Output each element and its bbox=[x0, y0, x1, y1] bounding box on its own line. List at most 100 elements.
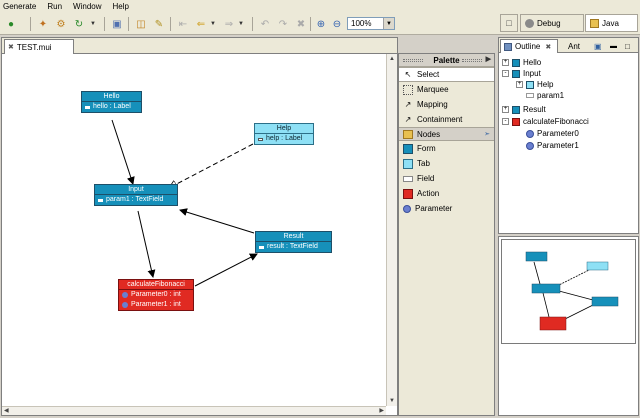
palette: Palette ▶ ↖ Select Marquee ↗ Mapping ↗ C… bbox=[398, 53, 495, 416]
palette-node-tab[interactable]: Tab bbox=[399, 156, 494, 171]
toolbar-separator bbox=[128, 17, 129, 31]
scroll-up-icon[interactable]: ▲ bbox=[389, 56, 395, 62]
palette-tool-mapping[interactable]: ↗ Mapping bbox=[399, 97, 494, 112]
palette-header[interactable]: Palette ▶ bbox=[399, 54, 494, 67]
tree-item-parameter1[interactable]: Parameter1 bbox=[526, 140, 579, 151]
form-icon bbox=[512, 58, 520, 67]
palette-tool-label: Mapping bbox=[417, 100, 448, 109]
menu-run[interactable]: Run bbox=[47, 2, 62, 11]
diagram-overview[interactable] bbox=[498, 236, 639, 416]
connection-result-input[interactable] bbox=[179, 208, 255, 234]
overview-node-input bbox=[531, 283, 561, 294]
view-menu-icon[interactable]: ▣ bbox=[591, 39, 605, 53]
connection-input-fibonacci[interactable] bbox=[137, 210, 156, 278]
tree-item-hello[interactable]: + Hello bbox=[502, 57, 541, 68]
java-icon bbox=[590, 18, 599, 28]
run-config-icon[interactable]: ● bbox=[4, 17, 18, 31]
action-icon bbox=[403, 188, 413, 199]
open-icon[interactable]: ◫ bbox=[134, 17, 148, 31]
tree-item-calculate-fibonacci[interactable]: - calculateFibonacci bbox=[502, 116, 589, 127]
diagram-canvas[interactable]: Hello hello : Label Help help : Label In… bbox=[2, 54, 386, 406]
palette-drawer-nodes[interactable]: Nodes ➣ bbox=[399, 127, 494, 141]
field-icon bbox=[85, 105, 90, 109]
palette-node-action[interactable]: Action bbox=[399, 186, 494, 201]
undo-icon[interactable]: ↶ bbox=[258, 17, 272, 31]
zoom-select[interactable]: 100% ▼ bbox=[347, 17, 395, 30]
expand-icon[interactable]: + bbox=[502, 106, 509, 113]
tree-item-parameter0[interactable]: Parameter0 bbox=[526, 128, 579, 139]
collapse-icon[interactable]: - bbox=[502, 70, 509, 77]
settings-icon[interactable]: ⚙ bbox=[54, 17, 68, 31]
field-icon bbox=[258, 137, 263, 141]
delete-icon[interactable]: ✖ bbox=[294, 17, 308, 31]
tree-item-label: Input bbox=[523, 69, 541, 78]
connection-hello-input[interactable] bbox=[111, 119, 135, 185]
perspective-debug[interactable]: Debug bbox=[520, 14, 584, 32]
palette-node-form[interactable]: Form bbox=[399, 141, 494, 156]
palette-collapse-icon[interactable]: ▶ bbox=[486, 55, 491, 63]
node-hello-title: Hello bbox=[82, 92, 141, 102]
vertical-scrollbar[interactable]: ▲ ▼ bbox=[386, 54, 397, 406]
tree-item-help[interactable]: + Help bbox=[516, 79, 553, 90]
new-icon[interactable]: ✦ bbox=[36, 17, 50, 31]
palette-tool-containment[interactable]: ↗ Containment bbox=[399, 112, 494, 127]
menu-window[interactable]: Window bbox=[73, 2, 101, 11]
perspective-java[interactable]: Java bbox=[585, 14, 638, 32]
scroll-left-icon[interactable]: ◀ bbox=[4, 407, 9, 414]
node-result[interactable]: Result result : TextField bbox=[255, 231, 332, 253]
overview-node-hello bbox=[525, 251, 548, 262]
expand-icon[interactable]: + bbox=[516, 81, 523, 88]
tree-item-result[interactable]: + Result bbox=[502, 104, 546, 115]
tab-label: TEST.mui bbox=[16, 42, 52, 52]
node-input[interactable]: Input param1 : TextField bbox=[94, 184, 178, 206]
overview-connection bbox=[533, 261, 541, 285]
close-icon[interactable]: ✖ bbox=[545, 43, 551, 51]
chevron-down-icon[interactable]: ▼ bbox=[383, 18, 394, 29]
minimize-icon[interactable]: ▬ bbox=[607, 39, 620, 53]
open-perspective-icon: □ bbox=[506, 18, 512, 28]
maximize-icon[interactable]: □ bbox=[622, 39, 633, 53]
chevron-down-icon[interactable]: ▼ bbox=[234, 17, 248, 31]
back-icon[interactable]: ⇤ bbox=[176, 17, 190, 31]
scroll-right-icon[interactable]: ▶ bbox=[379, 407, 384, 414]
node-result-row: result : TextField bbox=[256, 242, 331, 252]
close-icon[interactable]: ✖ bbox=[8, 43, 14, 51]
pointer-icon: ↖ bbox=[404, 70, 412, 79]
node-fib-param0-label: Parameter0 : int bbox=[131, 291, 181, 298]
pencil-icon[interactable]: ✎ bbox=[152, 17, 166, 31]
collapse-icon[interactable]: - bbox=[502, 118, 509, 125]
palette-title: Palette bbox=[433, 55, 460, 65]
horizontal-scrollbar[interactable]: ◀ ▶ bbox=[2, 406, 386, 415]
node-help[interactable]: Help help : Label bbox=[254, 123, 314, 145]
palette-tool-marquee[interactable]: Marquee bbox=[399, 82, 494, 97]
chevron-down-icon[interactable]: ▼ bbox=[86, 17, 100, 31]
connection-help-input[interactable] bbox=[169, 143, 254, 188]
form-icon bbox=[512, 105, 520, 114]
palette-node-label: Action bbox=[417, 189, 440, 198]
zoom-out-icon[interactable]: ⊖ bbox=[330, 17, 344, 31]
palette-node-parameter[interactable]: Parameter bbox=[399, 201, 494, 216]
zoom-in-icon[interactable]: ⊕ bbox=[314, 17, 328, 31]
refresh-icon[interactable]: ↻ bbox=[72, 17, 86, 31]
pin-icon[interactable]: ➣ bbox=[484, 130, 490, 138]
menu-generate[interactable]: Generate bbox=[3, 2, 36, 11]
redo-icon[interactable]: ↷ bbox=[276, 17, 290, 31]
tree-item-param1[interactable]: param1 bbox=[526, 90, 564, 101]
menu-help[interactable]: Help bbox=[113, 2, 129, 11]
overview-thumbnail bbox=[525, 251, 619, 331]
chevron-down-icon[interactable]: ▼ bbox=[206, 17, 220, 31]
open-perspective-button[interactable]: □ bbox=[500, 14, 518, 32]
tab-ant[interactable]: Ant bbox=[565, 39, 583, 53]
palette-node-field[interactable]: Field bbox=[399, 171, 494, 186]
scroll-down-icon[interactable]: ▼ bbox=[389, 398, 395, 404]
tab-outline[interactable]: Outline ✖ bbox=[500, 39, 558, 53]
palette-tool-select[interactable]: ↖ Select bbox=[399, 67, 494, 82]
node-hello[interactable]: Hello hello : Label bbox=[81, 91, 142, 113]
node-input-row: param1 : TextField bbox=[95, 195, 177, 205]
expand-icon[interactable]: + bbox=[502, 59, 509, 66]
page-icon[interactable]: ▣ bbox=[110, 17, 124, 31]
tree-item-input[interactable]: - Input bbox=[502, 68, 541, 79]
tab-test-mui[interactable]: ✖ TEST.mui bbox=[4, 39, 74, 54]
connection-fibonacci-result[interactable] bbox=[194, 253, 258, 287]
node-calculate-fibonacci[interactable]: calculateFibonacci Parameter0 : int Para… bbox=[118, 279, 194, 311]
